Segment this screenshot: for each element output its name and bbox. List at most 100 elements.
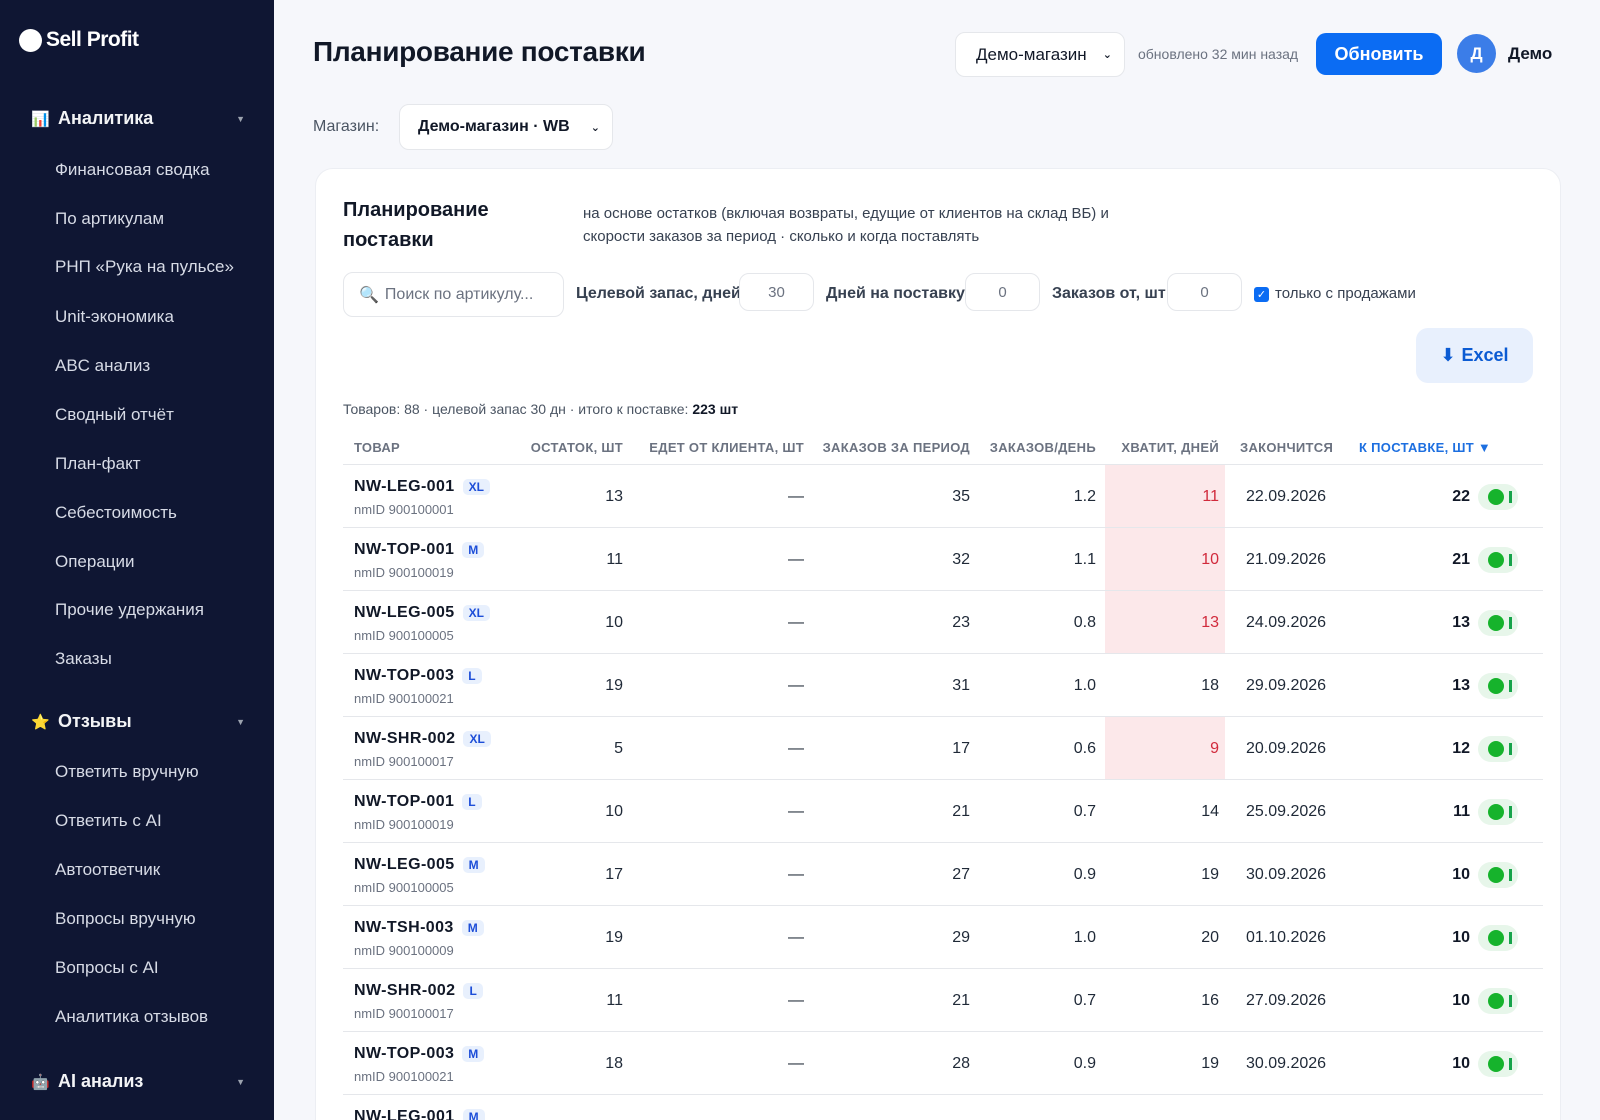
sidebar-item[interactable]: Вопросы вручную [55,909,196,929]
table-row[interactable]: NW-LEG-001 M [343,1095,1543,1120]
sidebar-item[interactable]: Себестоимость [55,503,177,523]
nmid: nmID 900100005 [354,628,454,643]
returning-cell: — [788,551,804,568]
sidebar-item[interactable]: Автоответчик [55,860,160,880]
stock-cell: 17 [605,866,623,883]
table-row[interactable]: NW-TOP-001 LnmID 900100019 10 — 21 0.7 14 25.09… [343,780,1543,843]
status-badge[interactable] [1478,610,1518,636]
sku-cell[interactable]: NW-SHR-002 XL [354,730,491,748]
table-row[interactable]: NW-SHR-002 XL nmID 900100017 5 — 17 0.6 9 20.09.… [343,717,1543,780]
ends-cell: 29.09.2026 [1246,677,1327,694]
sku: NW-TOP-003 [354,667,455,684]
col-orders[interactable]: ЗАКАЗОВ ЗА ПЕРИОД [823,440,970,455]
status-badge[interactable] [1478,799,1518,825]
sidebar-section-analytics[interactable]: 📊 Аналитика ▼ [31,108,245,129]
sidebar-item[interactable]: Аналитика отзывов [55,1007,208,1027]
ends-cell: 30.09.2026 [1246,1055,1327,1072]
returning-cell: — [788,614,804,631]
orders-from-input[interactable]: 0 [1167,273,1242,311]
supply-cell: 11 [1453,803,1470,820]
table-row[interactable]: NW-TOP-001 MnmID 900100019 11 — 32 1.1 10 21.09… [343,528,1543,591]
sku: NW-LEG-001 [354,478,455,495]
col-ends[interactable]: ЗАКОНЧИТСЯ [1240,440,1333,455]
sidebar-item[interactable]: Прочие удержания [55,600,204,620]
col-supply[interactable]: К ПОСТАВКЕ, ШТ ▼ [1359,440,1491,455]
status-badge[interactable] [1478,673,1518,699]
sku-cell[interactable]: NW-LEG-005 XL [354,604,490,622]
size-badge: L [462,794,482,810]
sku: NW-TOP-003 [354,1045,455,1062]
table-row[interactable]: NW-LEG-001 XL nmID 900100001 13 — 35 1.2 11 22.0… [343,465,1543,528]
status-marker [1509,743,1512,755]
table-row[interactable]: NW-LEG-005 MnmID 900100005 17 — 27 0.9 19 30.09… [343,843,1543,906]
days-cell: 16 [1201,992,1219,1009]
table-row[interactable]: NW-TSH-003 MnmID 900100009 19 — 29 1.0 20 01.10… [343,906,1543,969]
sku-cell[interactable]: NW-LEG-005 M [354,856,485,874]
store-select-value: Демо-магазин · WB [418,118,570,135]
sku-cell[interactable]: NW-TOP-001 M [354,541,485,559]
avatar[interactable]: Д [1457,34,1496,73]
search-input[interactable]: 🔍 Поиск по артикулу... [343,272,564,317]
sidebar-item[interactable]: Вопросы с AI [55,958,159,978]
user-name[interactable]: Демо [1508,44,1552,64]
sidebar-item[interactable]: План-факт [55,454,141,474]
col-per-day[interactable]: ЗАКАЗОВ/ДЕНЬ [990,440,1096,455]
days-cell: 19 [1201,866,1219,883]
table-row[interactable]: NW-LEG-005 XL nmID 900100005 10 — 23 0.8 13 24.0… [343,591,1543,654]
col-returning[interactable]: ЕДЕТ ОТ КЛИЕНТА, ШТ [649,440,804,455]
sidebar-section-reviews[interactable]: ⭐ Отзывы ▼ [31,711,245,732]
status-badge[interactable] [1478,484,1518,510]
sidebar-item[interactable]: Финансовая сводка [55,160,210,180]
sku-cell[interactable]: NW-TOP-001 L [354,793,482,811]
sku-cell[interactable]: NW-LEG-001 M [354,1108,485,1120]
status-badge[interactable] [1478,925,1518,951]
sku-cell[interactable]: NW-TOP-003 L [354,667,482,685]
status-badge[interactable] [1478,862,1518,888]
size-badge: M [462,1046,485,1062]
status-dot-icon [1488,552,1504,568]
col-days[interactable]: ХВАТИТ, ДНЕЙ [1121,440,1219,455]
sidebar-item[interactable]: ABC анализ [55,356,150,376]
status-dot-icon [1488,930,1504,946]
sidebar-item[interactable]: Операции [55,552,135,572]
per-day-cell: 0.6 [1073,740,1096,757]
star-icon: ⭐ [31,713,50,731]
orders-cell: 23 [952,614,970,631]
sidebar-item[interactable]: Ответить вручную [55,762,199,782]
table-row[interactable]: NW-SHR-002 LnmID 900100017 11 — 21 0.7 16 27.09… [343,969,1543,1032]
sidebar-item[interactable]: По артикулам [55,209,164,229]
status-badge[interactable] [1478,547,1518,573]
status-badge[interactable] [1478,988,1518,1014]
orders-cell: 21 [952,992,970,1009]
only-sales-checkbox[interactable]: ✓ [1254,287,1269,302]
table-row[interactable]: NW-TOP-003 MnmID 900100021 18 — 28 0.9 19 30.09… [343,1032,1543,1095]
sku-cell[interactable]: NW-LEG-001 XL [354,478,490,496]
nmid: nmID 900100019 [354,817,454,832]
sidebar-item[interactable]: Unit-экономика [55,307,174,327]
sidebar: Sell Profit 📊 Аналитика ▼ Финансовая сво… [0,0,274,1120]
col-product[interactable]: ТОВАР [354,440,400,455]
sidebar-item[interactable]: Ответить с AI [55,811,162,831]
status-badge[interactable] [1478,1051,1518,1077]
stock-cell: 19 [605,677,623,694]
sku-cell[interactable]: NW-SHR-002 L [354,982,483,1000]
only-sales-label[interactable]: только с продажами [1275,285,1416,302]
status-badge[interactable] [1478,736,1518,762]
store-select-top[interactable]: Демо-магазин ⌄ [955,32,1125,77]
excel-export-button[interactable]: ⬇ Excel [1416,328,1533,383]
status-dot-icon [1488,615,1504,631]
sidebar-item[interactable]: Сводный отчёт [55,405,174,425]
refresh-button[interactable]: Обновить [1316,33,1442,75]
sku-cell[interactable]: NW-TOP-003 M [354,1045,485,1063]
sidebar-section-ai[interactable]: 🤖 AI анализ ▼ [31,1071,245,1092]
logo[interactable]: Sell Profit [19,28,139,52]
chevron-down-icon: ⌄ [1102,49,1112,61]
col-stock[interactable]: ОСТАТОК, ШТ [531,440,623,455]
delivery-days-input[interactable]: 0 [965,273,1040,311]
sidebar-item[interactable]: РНП «Рука на пульсе» [55,257,234,277]
store-select[interactable]: Демо-магазин · WB ⌄ [399,104,613,150]
sidebar-item[interactable]: Заказы [55,649,112,669]
sku-cell[interactable]: NW-TSH-003 M [354,919,484,937]
table-row[interactable]: NW-TOP-003 LnmID 900100021 19 — 31 1.0 18 29.09… [343,654,1543,717]
target-stock-input[interactable]: 30 [739,273,814,311]
